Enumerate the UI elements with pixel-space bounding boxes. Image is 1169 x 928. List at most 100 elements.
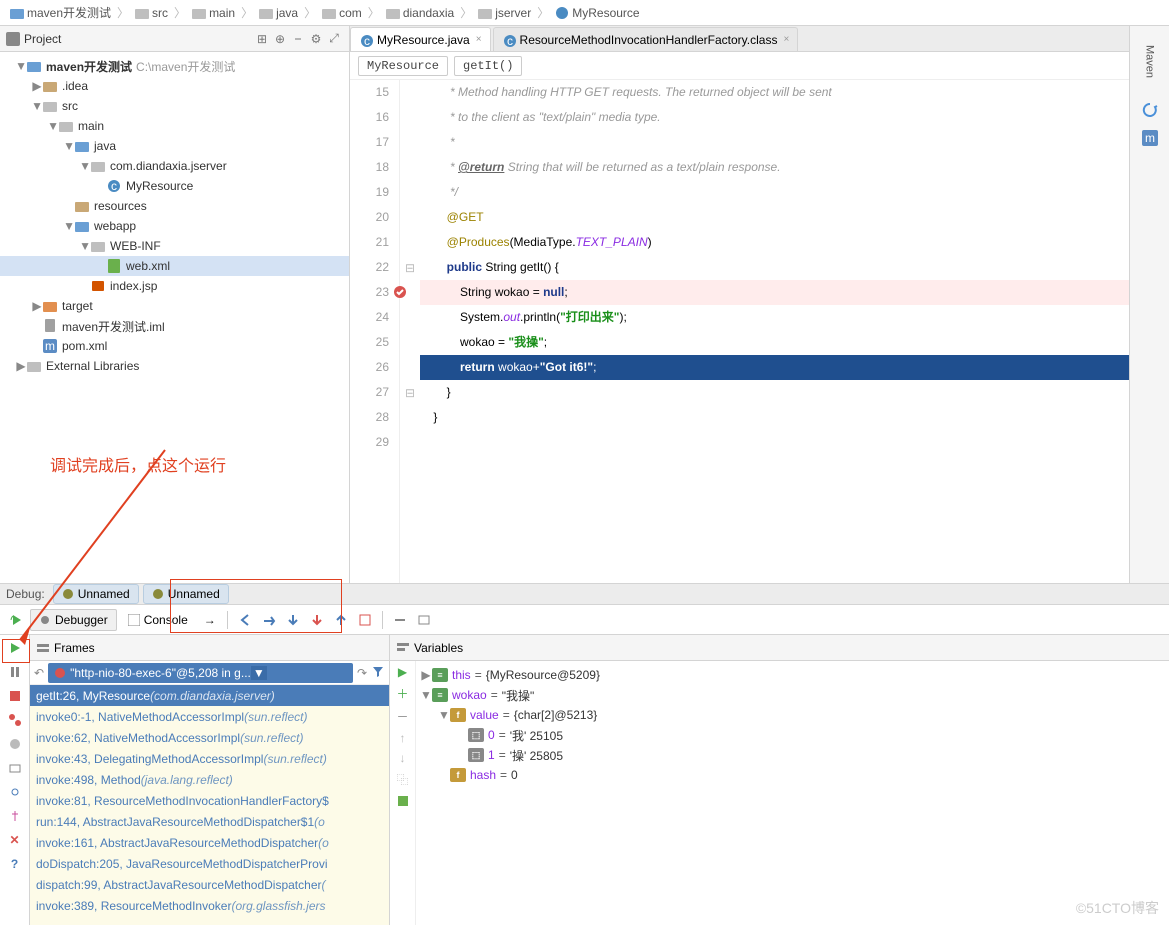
- code-line[interactable]: [420, 430, 1129, 455]
- code-crumb[interactable]: getIt(): [454, 56, 522, 76]
- code-line[interactable]: @Produces(MediaType.TEXT_PLAIN): [420, 230, 1129, 255]
- debug-config-tab-1[interactable]: Unnamed: [53, 584, 139, 604]
- frame-list[interactable]: getIt:26, MyResource (com.diandaxia.jser…: [30, 685, 389, 925]
- fold-column[interactable]: ⊟⊟: [400, 80, 420, 583]
- tree-node[interactable]: ▼java: [0, 136, 349, 156]
- breadcrumb-item[interactable]: MyResource: [551, 4, 643, 22]
- rerun-icon[interactable]: [6, 609, 28, 631]
- breadcrumb-item[interactable]: maven开发测试: [6, 2, 115, 23]
- pause-icon[interactable]: [6, 663, 24, 681]
- run-to-cursor-icon[interactable]: [389, 609, 411, 631]
- up-icon[interactable]: ↑: [400, 731, 406, 745]
- code-line[interactable]: *: [420, 130, 1129, 155]
- close-icon[interactable]: ✕: [6, 831, 24, 849]
- code-line[interactable]: * Method handling HTTP GET requests. The…: [420, 80, 1129, 105]
- code-line[interactable]: * to the client as "text/plain" media ty…: [420, 105, 1129, 130]
- filter-icon[interactable]: [371, 664, 385, 681]
- tree-node[interactable]: ▶.idea: [0, 76, 349, 96]
- tree-node[interactable]: ▼com.diandaxia.jserver: [0, 156, 349, 176]
- pin-icon[interactable]: [6, 807, 24, 825]
- breadcrumb-item[interactable]: jserver: [474, 4, 535, 22]
- breadcrumb-item[interactable]: diandaxia: [382, 4, 458, 22]
- new-watch-icon[interactable]: ＋: [396, 685, 408, 702]
- remove-watch-icon[interactable]: －: [396, 708, 408, 725]
- variable-node[interactable]: fhash = 0: [420, 765, 1165, 785]
- debugger-tab[interactable]: Debugger: [30, 609, 117, 631]
- stack-frame[interactable]: dispatch:99, AbstractJavaResourceMethodD…: [30, 874, 389, 895]
- code-line[interactable]: }: [420, 405, 1129, 430]
- variables-tree[interactable]: ▶≡this = {MyResource@5209}▼≡wokao = "我操"…: [416, 661, 1169, 925]
- stack-frame[interactable]: invoke:43, DelegatingMethodAccessorImpl …: [30, 748, 389, 769]
- expand-icon[interactable]: ⤢: [325, 30, 343, 48]
- stack-frame[interactable]: invoke:161, AbstractJavaResourceMethodDi…: [30, 832, 389, 853]
- hide-icon[interactable]: ⎯: [289, 30, 307, 48]
- variable-node[interactable]: ⬚0 = '我' 25105: [420, 725, 1165, 745]
- code-line[interactable]: */: [420, 180, 1129, 205]
- code-lines[interactable]: * Method handling HTTP GET requests. The…: [420, 80, 1129, 583]
- tree-node[interactable]: ▼webapp: [0, 216, 349, 236]
- duplicate-icon[interactable]: ⿻: [396, 771, 408, 788]
- add-watch-icon[interactable]: ▶: [398, 665, 407, 679]
- code-line[interactable]: System.out.println("打印出来");: [420, 305, 1129, 330]
- stack-frame[interactable]: invoke:498, Method (java.lang.reflect): [30, 769, 389, 790]
- tree-node[interactable]: ▼main: [0, 116, 349, 136]
- stack-frame[interactable]: getIt:26, MyResource (com.diandaxia.jser…: [30, 685, 389, 706]
- code-line[interactable]: * @return String that will be returned a…: [420, 155, 1129, 180]
- maven-tool-button[interactable]: Maven: [1140, 32, 1160, 92]
- tree-node[interactable]: ▶External Libraries: [0, 356, 349, 376]
- tree-node[interactable]: resources: [0, 196, 349, 216]
- refresh-icon[interactable]: [1140, 100, 1160, 120]
- tree-node[interactable]: index.jsp: [0, 276, 349, 296]
- editor-tab[interactable]: cMyResource.java×: [350, 27, 491, 51]
- close-tab-icon[interactable]: ×: [783, 34, 789, 45]
- tree-node[interactable]: web.xml: [0, 256, 349, 276]
- settings-icon[interactable]: [6, 783, 24, 801]
- stop-icon[interactable]: [6, 687, 24, 705]
- code-line[interactable]: return wokao+"Got it6!";: [420, 355, 1129, 380]
- breadcrumb-item[interactable]: com: [318, 4, 366, 22]
- evaluate-icon[interactable]: [413, 609, 435, 631]
- stack-frame[interactable]: invoke0:-1, NativeMethodAccessorImpl (su…: [30, 706, 389, 727]
- code-line[interactable]: String wokao = null;: [420, 280, 1129, 305]
- code-line[interactable]: public String getIt() {: [420, 255, 1129, 280]
- code-crumb[interactable]: MyResource: [358, 56, 448, 76]
- gear-icon[interactable]: ⚙: [307, 30, 325, 48]
- drop-frame-icon[interactable]: [354, 609, 376, 631]
- tree-node[interactable]: maven开发测试.iml: [0, 316, 349, 336]
- tree-node[interactable]: ▼WEB-INF: [0, 236, 349, 256]
- thread-selector[interactable]: ↶ "http-nio-80-exec-6"@5,208 in g...▼ ↷: [30, 661, 389, 685]
- code-line[interactable]: wokao = "我操";: [420, 330, 1129, 355]
- tree-node[interactable]: ▼maven开发测试 C:\maven开发测试: [0, 56, 349, 76]
- collapse-all-icon[interactable]: ⊞: [253, 30, 271, 48]
- show-watches-icon[interactable]: [396, 794, 410, 811]
- variable-node[interactable]: ▶≡this = {MyResource@5209}: [420, 665, 1165, 685]
- view-breakpoints-icon[interactable]: [6, 711, 24, 729]
- stack-frame[interactable]: invoke:81, ResourceMethodInvocationHandl…: [30, 790, 389, 811]
- code-line[interactable]: @GET: [420, 205, 1129, 230]
- variable-node[interactable]: ▼fvalue = {char[2]@5213}: [420, 705, 1165, 725]
- breadcrumb-item[interactable]: src: [131, 4, 172, 22]
- code-line[interactable]: }: [420, 380, 1129, 405]
- scroll-from-source-icon[interactable]: ⊕: [271, 30, 289, 48]
- breadcrumb-item[interactable]: main: [188, 4, 239, 22]
- variable-node[interactable]: ▼≡wokao = "我操": [420, 685, 1165, 705]
- tree-node[interactable]: ▶target: [0, 296, 349, 316]
- camera-icon[interactable]: [6, 759, 24, 777]
- tree-node[interactable]: cMyResource: [0, 176, 349, 196]
- variable-node[interactable]: ⬚1 = '操' 25805: [420, 745, 1165, 765]
- help-icon[interactable]: ?: [6, 855, 24, 873]
- tree-node[interactable]: ▼src: [0, 96, 349, 116]
- maven-icon[interactable]: m: [1140, 128, 1160, 148]
- stack-frame[interactable]: run:144, AbstractJavaResourceMethodDispa…: [30, 811, 389, 832]
- editor-tab[interactable]: cResourceMethodInvocationHandlerFactory.…: [493, 27, 799, 51]
- stack-frame[interactable]: doDispatch:205, JavaResourceMethodDispat…: [30, 853, 389, 874]
- stack-frame[interactable]: invoke:389, ResourceMethodInvoker (org.g…: [30, 895, 389, 916]
- gutter[interactable]: 151617181920212223242526272829: [350, 80, 400, 583]
- down-icon[interactable]: ↓: [400, 751, 406, 765]
- breadcrumb-item[interactable]: java: [255, 4, 302, 22]
- close-tab-icon[interactable]: ×: [476, 34, 482, 45]
- mute-breakpoints-icon[interactable]: [6, 735, 24, 753]
- tree-node[interactable]: mpom.xml: [0, 336, 349, 356]
- stack-frame[interactable]: invoke:62, NativeMethodAccessorImpl (sun…: [30, 727, 389, 748]
- project-tree[interactable]: ▼maven开发测试 C:\maven开发测试▶.idea▼src▼main▼j…: [0, 52, 349, 583]
